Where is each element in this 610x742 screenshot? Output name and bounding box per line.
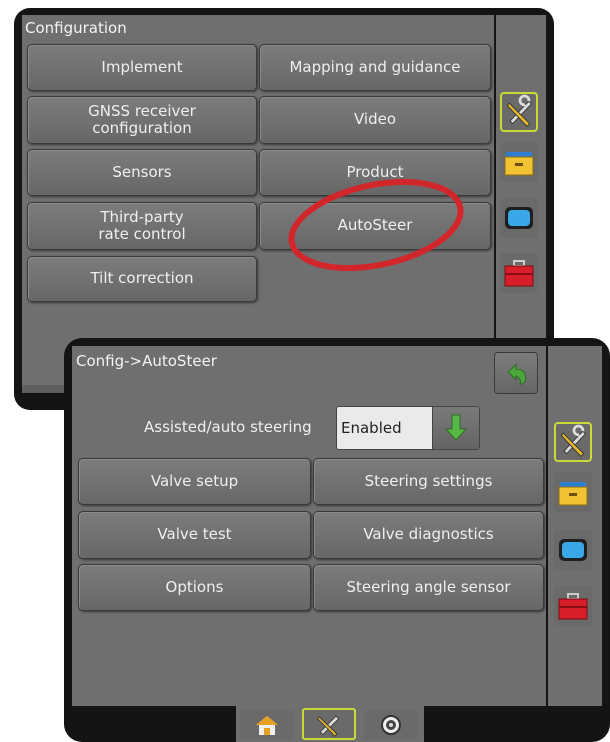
video-button[interactable]: Video xyxy=(259,96,491,144)
tools-icon xyxy=(560,424,587,457)
valve-test-button[interactable]: Valve test xyxy=(78,511,311,559)
autosteer-tab-folder[interactable] xyxy=(554,472,592,512)
implement-button[interactable]: Implement xyxy=(27,44,257,91)
back-arrow-icon xyxy=(507,363,527,386)
autosteer-side-tabs xyxy=(548,346,602,706)
screen-icon xyxy=(559,539,587,561)
assisted-auto-steering-dropdown[interactable]: Enabled xyxy=(336,406,480,450)
config-tab-folder[interactable] xyxy=(500,142,538,182)
tools-tab[interactable] xyxy=(302,708,356,740)
assisted-auto-steering-value: Enabled xyxy=(341,419,402,437)
config-title: Configuration xyxy=(25,19,127,37)
dropdown-arrow-button[interactable] xyxy=(432,407,479,449)
bottom-tab-bar xyxy=(236,706,424,742)
valve-diagnostics-button[interactable]: Valve diagnostics xyxy=(313,511,544,559)
toolbox-icon xyxy=(504,260,534,287)
config-side-tabs xyxy=(496,15,546,393)
tilt-correction-button[interactable]: Tilt correction xyxy=(27,256,257,302)
third-party-rate-control-button[interactable]: Third-party rate control xyxy=(27,202,257,250)
sensors-button[interactable]: Sensors xyxy=(27,149,257,196)
tools-icon xyxy=(506,94,533,127)
config-tab-tools[interactable] xyxy=(500,92,538,132)
screen-icon xyxy=(505,207,533,229)
assisted-auto-steering-label: Assisted/auto steering xyxy=(144,418,312,436)
tools-icon xyxy=(317,715,340,737)
gauge-tab[interactable] xyxy=(364,710,418,740)
autosteer-title: Config->AutoSteer xyxy=(76,352,217,370)
valve-setup-button[interactable]: Valve setup xyxy=(78,458,311,505)
highlight-circle xyxy=(288,178,464,272)
home-icon xyxy=(256,716,278,735)
steering-angle-sensor-button[interactable]: Steering angle sensor xyxy=(313,564,544,611)
chevron-down-icon xyxy=(444,414,468,441)
autosteer-tab-toolbox[interactable] xyxy=(554,586,592,626)
gnss-receiver-configuration-button[interactable]: GNSS receiver configuration xyxy=(27,96,257,144)
gauge-icon xyxy=(381,715,401,735)
home-tab[interactable] xyxy=(240,710,294,740)
steering-settings-button[interactable]: Steering settings xyxy=(313,458,544,505)
config-tab-toolbox[interactable] xyxy=(500,253,538,293)
mapping-and-guidance-button[interactable]: Mapping and guidance xyxy=(259,44,491,91)
options-button[interactable]: Options xyxy=(78,564,311,611)
toolbox-icon xyxy=(558,593,588,620)
autosteer-tab-tools[interactable] xyxy=(554,422,592,462)
folder-icon xyxy=(558,482,588,506)
back-button[interactable] xyxy=(494,352,538,394)
folder-icon xyxy=(504,152,534,176)
autosteer-tab-screen[interactable] xyxy=(554,530,592,570)
config-tab-screen[interactable] xyxy=(500,198,538,238)
